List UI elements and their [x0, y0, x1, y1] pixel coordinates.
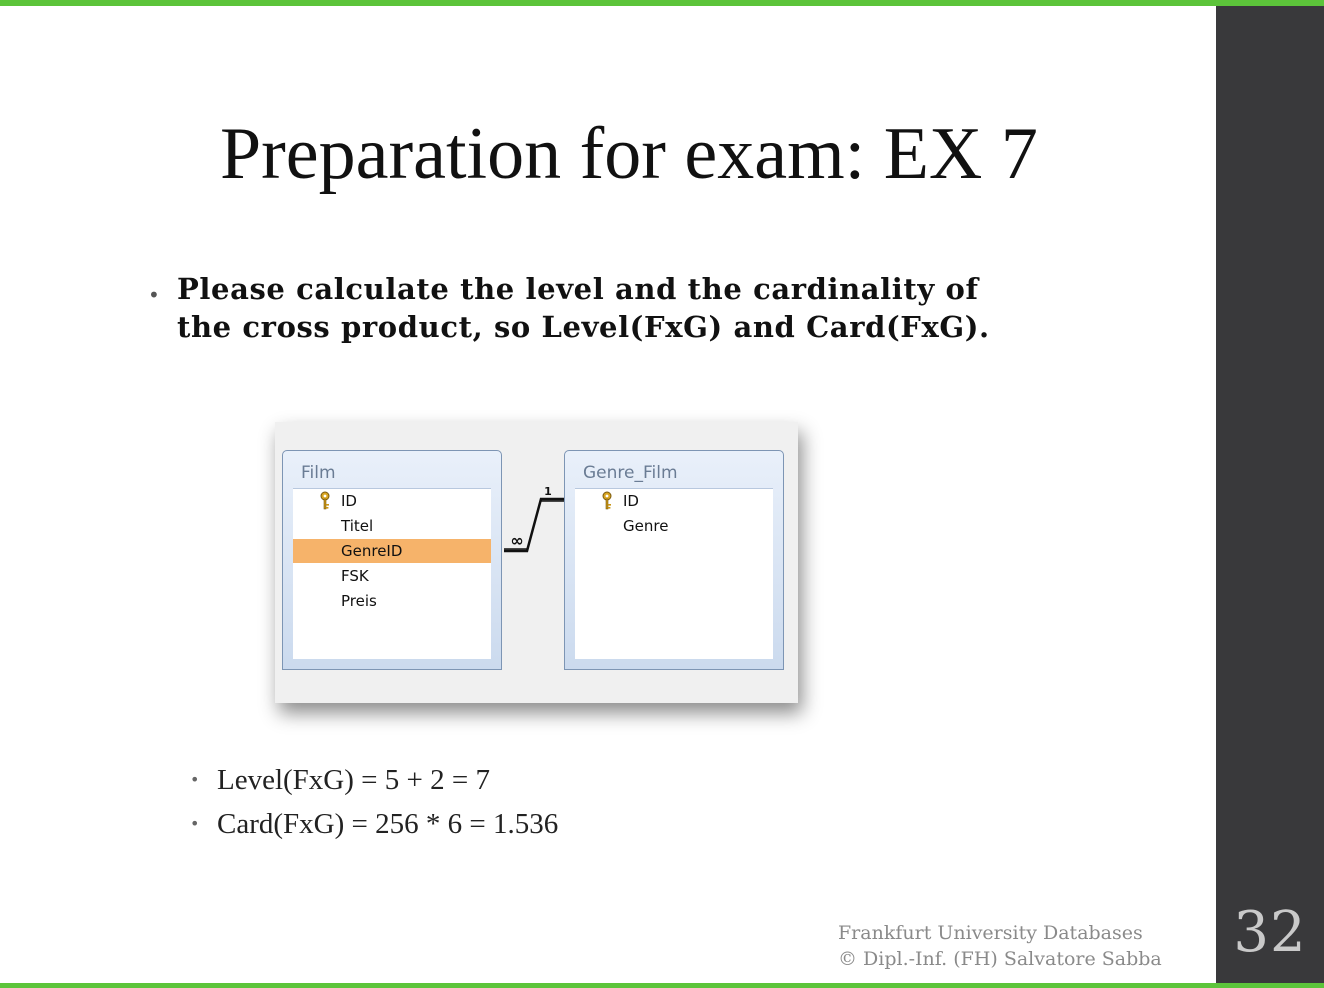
bullet-icon: •: [190, 770, 200, 789]
result-level-text: Level(FxG) = 5 + 2 = 7: [217, 764, 490, 796]
slide-number: 32: [1233, 900, 1307, 965]
one-cardinality-label: 1: [544, 485, 552, 498]
bullet-icon: •: [148, 283, 160, 307]
top-accent-line: [0, 0, 1324, 6]
result-card: • Card(FxG) = 256 * 6 = 1.536: [190, 802, 558, 846]
side-bar: [1216, 6, 1324, 983]
footer-line-2: © Dipl.-Inf. (FH) Salvatore Sabba: [838, 948, 1162, 970]
slide-title: Preparation for exam: EX 7: [220, 113, 1038, 195]
relationship-line: ∞ 1: [504, 485, 564, 553]
footer-line-1: Frankfurt University Databases: [838, 922, 1143, 944]
bullet-icon: •: [190, 814, 200, 833]
results-list: • Level(FxG) = 5 + 2 = 7 • Card(FxG) = 2…: [190, 758, 558, 846]
many-cardinality-label: ∞: [510, 531, 523, 550]
task-text: Please calculate the level and the cardi…: [177, 270, 1057, 346]
footer: Frankfurt University Databases © Dipl.-I…: [838, 920, 1208, 972]
relationship-diagram: Film ID Titel GenreID FSK Preis Genre_Fi…: [275, 422, 798, 703]
result-card-text: Card(FxG) = 256 * 6 = 1.536: [217, 808, 559, 840]
task-line-2: the cross product, so Level(FxG) and Car…: [177, 310, 990, 344]
task-line-1: Please calculate the level and the cardi…: [177, 272, 979, 306]
result-level: • Level(FxG) = 5 + 2 = 7: [190, 758, 558, 802]
bottom-accent-line: [0, 983, 1324, 988]
